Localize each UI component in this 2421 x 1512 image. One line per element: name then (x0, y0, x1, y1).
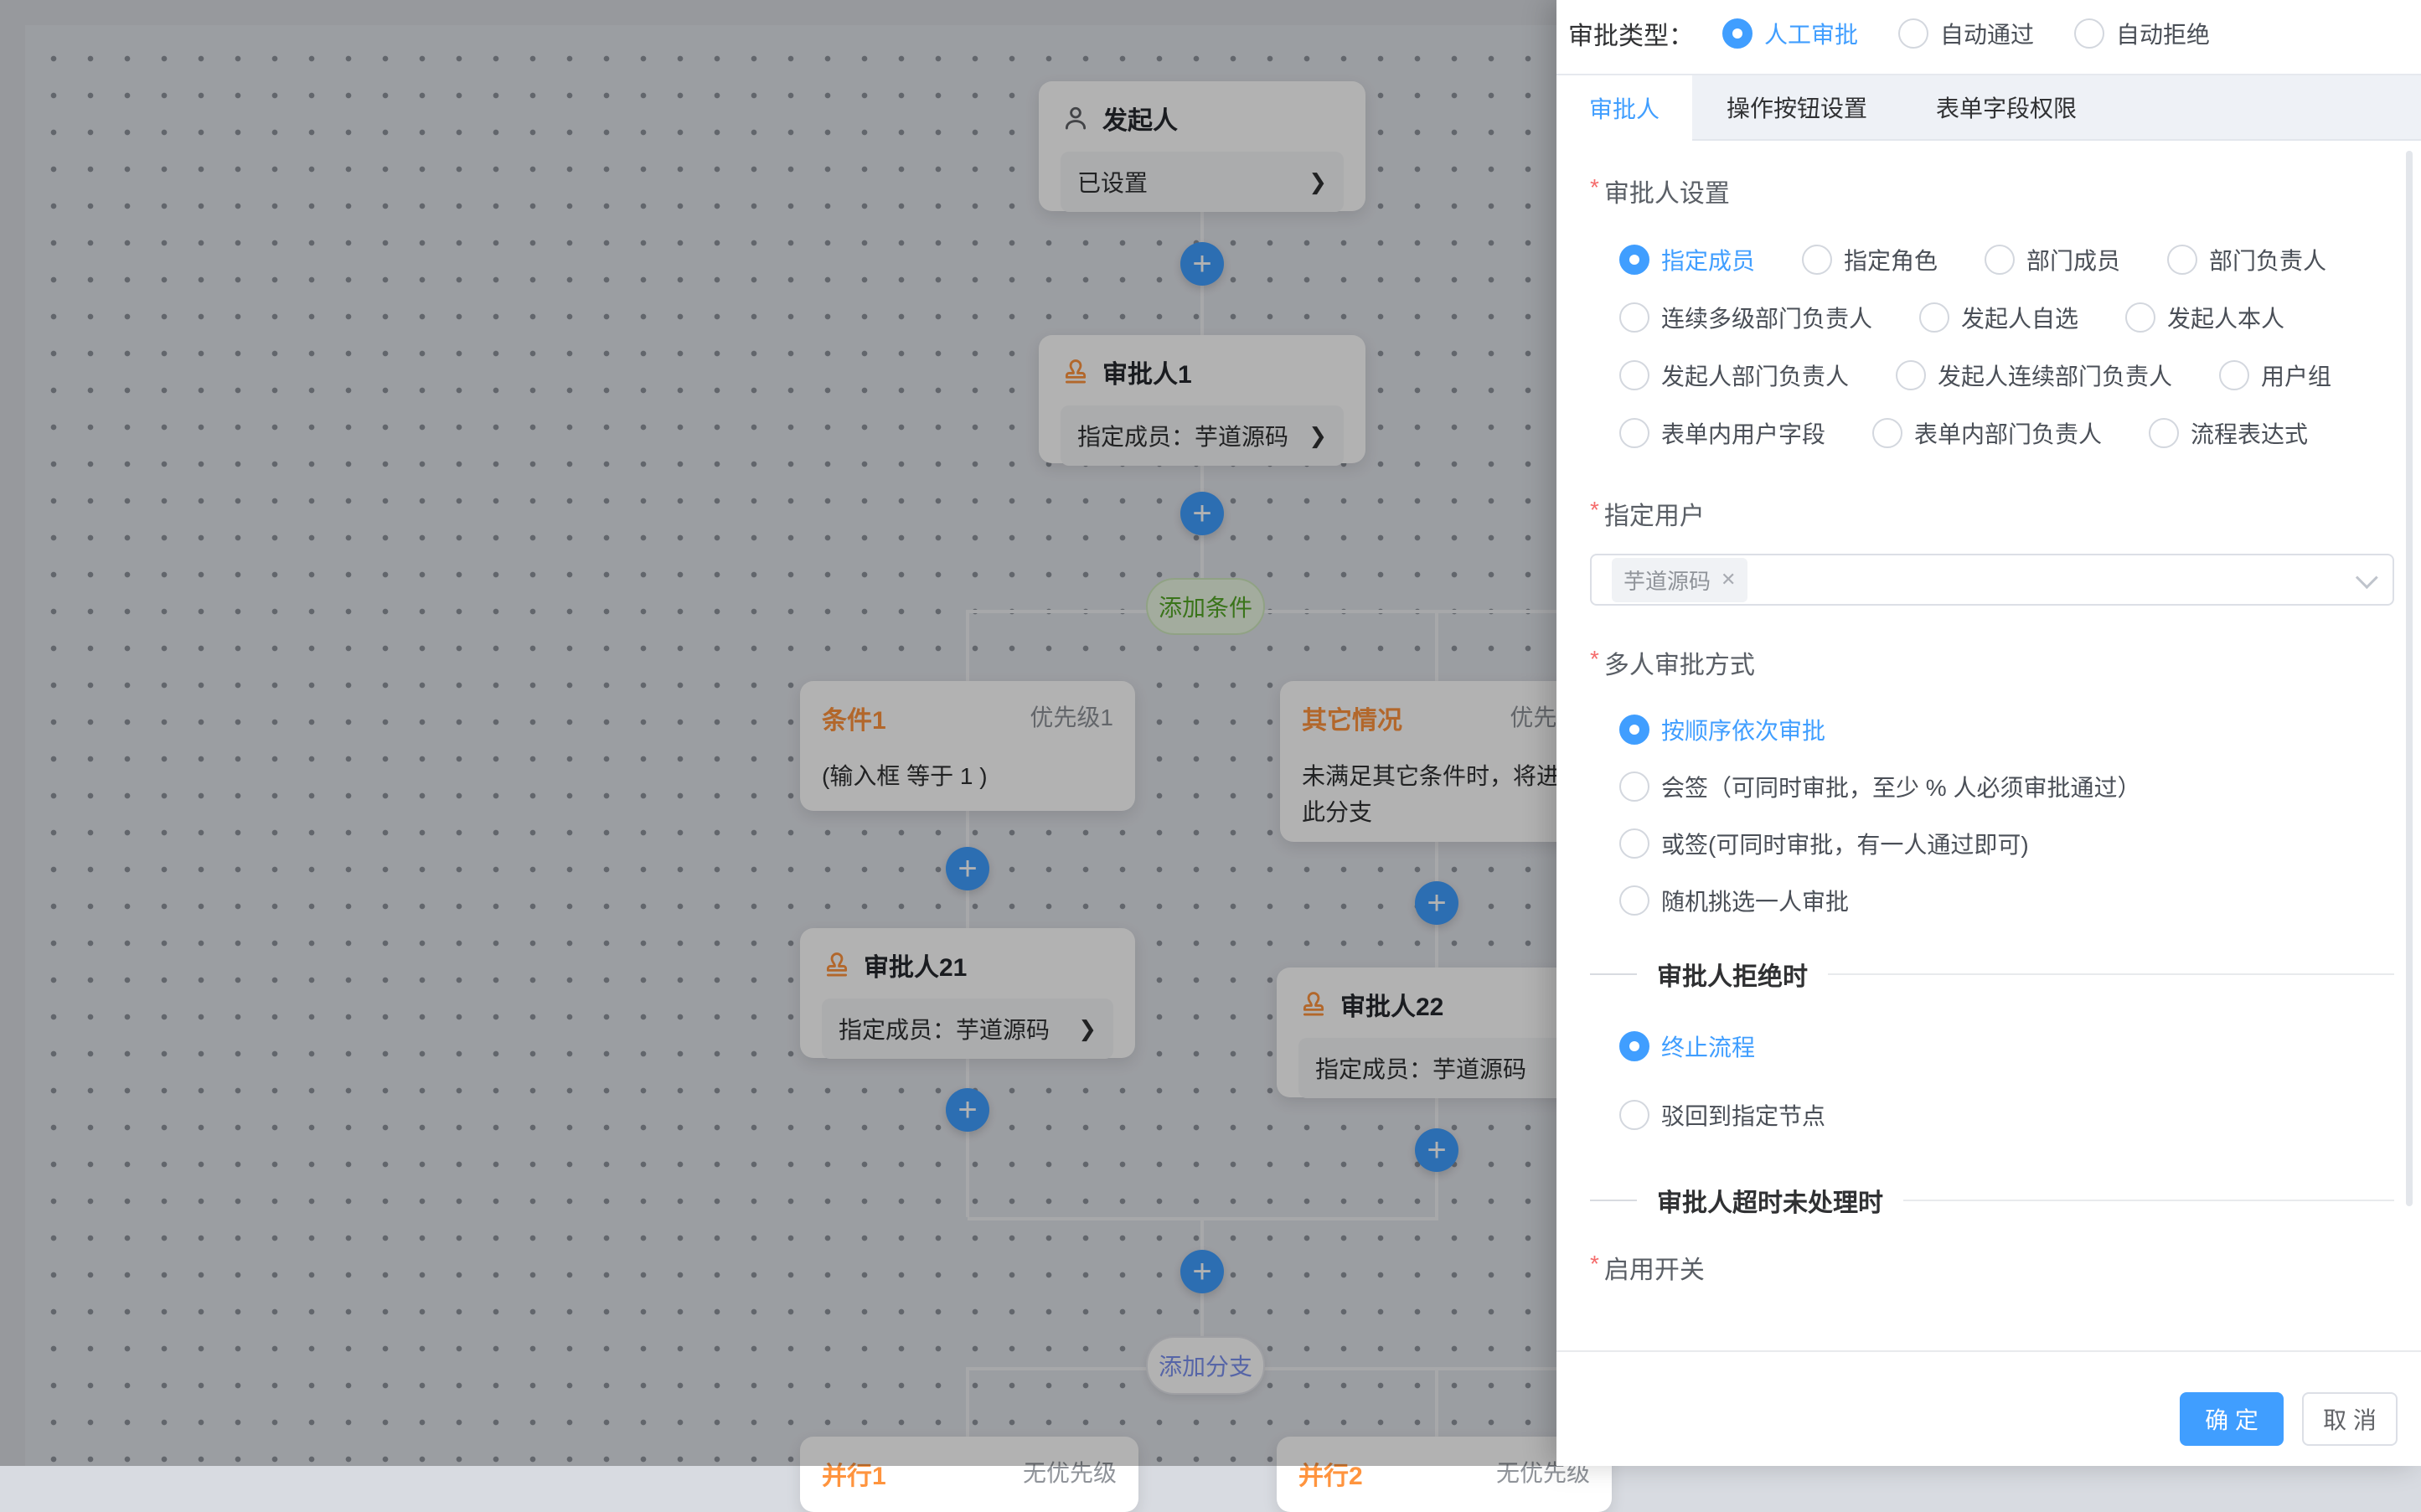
radio-icon (2149, 418, 2179, 448)
tab-form-permissions[interactable]: 表单字段权限 (1902, 75, 2111, 139)
radio-dept-member[interactable]: 部门成员 (1985, 243, 2120, 276)
panel-scrollbar[interactable] (2406, 151, 2413, 1206)
radio-initiator-self[interactable]: 发起人本人 (2125, 301, 2284, 334)
radio-manual-approve[interactable]: 人工审批 (1722, 17, 1858, 50)
tab-button-settings[interactable]: 操作按钮设置 (1692, 75, 1902, 139)
radio-icon (1896, 360, 1926, 390)
radio-icon (1898, 18, 1928, 49)
radio-form-dept-leader[interactable]: 表单内部门负责人 (1872, 416, 2102, 450)
cancel-button[interactable]: 取 消 (2302, 1392, 2398, 1446)
approve-type-row: 审批类型： 人工审批 自动通过 自动拒绝 (1568, 15, 2404, 52)
chevron-down-icon (2356, 566, 2378, 589)
radio-process-expression[interactable]: 流程表达式 (2149, 416, 2308, 450)
panel-tabs: 审批人 操作按钮设置 表单字段权限 (1556, 74, 2421, 141)
radio-assign-member[interactable]: 指定成员 (1619, 243, 1755, 276)
divider-line (1828, 973, 2394, 975)
radio-return-to-node[interactable]: 驳回到指定节点 (1619, 1098, 2394, 1132)
radio-form-user-field[interactable]: 表单内用户字段 (1619, 416, 1825, 450)
radio-initiator-multi-dept-leader[interactable]: 发起人连续部门负责人 (1896, 359, 2172, 392)
radio-orsign[interactable]: 或签(可同时审批，有一人通过即可) (1619, 827, 2394, 860)
radio-icon (2167, 245, 2197, 275)
radio-icon (1985, 245, 2015, 275)
approver-config-panel: 审批类型： 人工审批 自动通过 自动拒绝 审批人 操作按钮设置 表单字段权限 *… (1556, 0, 2421, 1466)
radio-dept-leader[interactable]: 部门负责人 (2167, 243, 2326, 276)
required-asterisk: * (1590, 646, 1599, 673)
radio-icon (1919, 302, 1949, 333)
radio-icon (1619, 885, 1649, 916)
divider-line (1903, 1200, 2394, 1201)
radio-initiator-select[interactable]: 发起人自选 (1919, 301, 2078, 334)
multi-approve-label: * 多人审批方式 (1590, 644, 2394, 681)
radio-icon (2074, 18, 2104, 49)
close-icon[interactable]: ✕ (1721, 569, 1736, 591)
timeout-section-divider: 审批人超时未处理时 (1590, 1182, 2394, 1219)
radio-icon (2219, 360, 2249, 390)
radio-icon (1619, 418, 1649, 448)
radio-icon (1619, 360, 1649, 390)
radio-multi-level-dept-leader[interactable]: 连续多级部门负责人 (1619, 301, 1872, 334)
divider-line (1590, 1200, 1637, 1201)
radio-auto-pass[interactable]: 自动通过 (1898, 17, 2034, 50)
radio-icon (1619, 771, 1649, 802)
radio-icon (1722, 18, 1753, 49)
radio-assign-role[interactable]: 指定角色 (1802, 243, 1938, 276)
radio-countersign[interactable]: 会签（可同时审批，至少 % 人必须审批通过） (1619, 770, 2394, 803)
divider-line (1590, 973, 1637, 975)
radio-icon (1619, 715, 1649, 745)
approve-type-label: 审批类型： (1568, 15, 1694, 52)
enable-switch-label: * 启用开关 (1590, 1249, 2394, 1286)
radio-icon (1619, 302, 1649, 333)
radio-icon (1872, 418, 1902, 448)
radio-icon (1619, 828, 1649, 859)
confirm-button[interactable]: 确 定 (2180, 1392, 2284, 1446)
tab-rest-strip: 操作按钮设置 表单字段权限 (1692, 75, 2421, 141)
radio-icon (1619, 245, 1649, 275)
assign-user-label: * 指定用户 (1590, 495, 2394, 532)
radio-auto-reject[interactable]: 自动拒绝 (2074, 17, 2210, 50)
radio-initiator-dept-leader[interactable]: 发起人部门负责人 (1619, 359, 1849, 392)
radio-user-group[interactable]: 用户组 (2219, 359, 2331, 392)
reject-section-divider: 审批人拒绝时 (1590, 956, 2394, 993)
user-tag: 芋道源码 ✕ (1612, 558, 1747, 602)
radio-sequential-approve[interactable]: 按顺序依次审批 (1619, 713, 2394, 746)
required-asterisk: * (1590, 497, 1599, 524)
radio-icon (1619, 1100, 1649, 1130)
approver-setting-label: * 审批人设置 (1590, 173, 2394, 209)
required-asterisk: * (1590, 174, 1599, 201)
radio-icon (1619, 1031, 1649, 1061)
footer-divider (1556, 1350, 2421, 1352)
assign-user-select[interactable]: 芋道源码 ✕ (1590, 554, 2394, 606)
radio-terminate-process[interactable]: 终止流程 (1619, 1030, 2394, 1063)
required-asterisk: * (1590, 1251, 1599, 1277)
radio-icon (1802, 245, 1832, 275)
radio-icon (2125, 302, 2155, 333)
radio-random-one[interactable]: 随机挑选一人审批 (1619, 884, 2394, 917)
tab-approver[interactable]: 审批人 (1556, 75, 1692, 141)
panel-content: * 审批人设置 指定成员 指定角色 部门成员 部门负责人 连续多级部门负责人 发… (1556, 141, 2421, 1303)
